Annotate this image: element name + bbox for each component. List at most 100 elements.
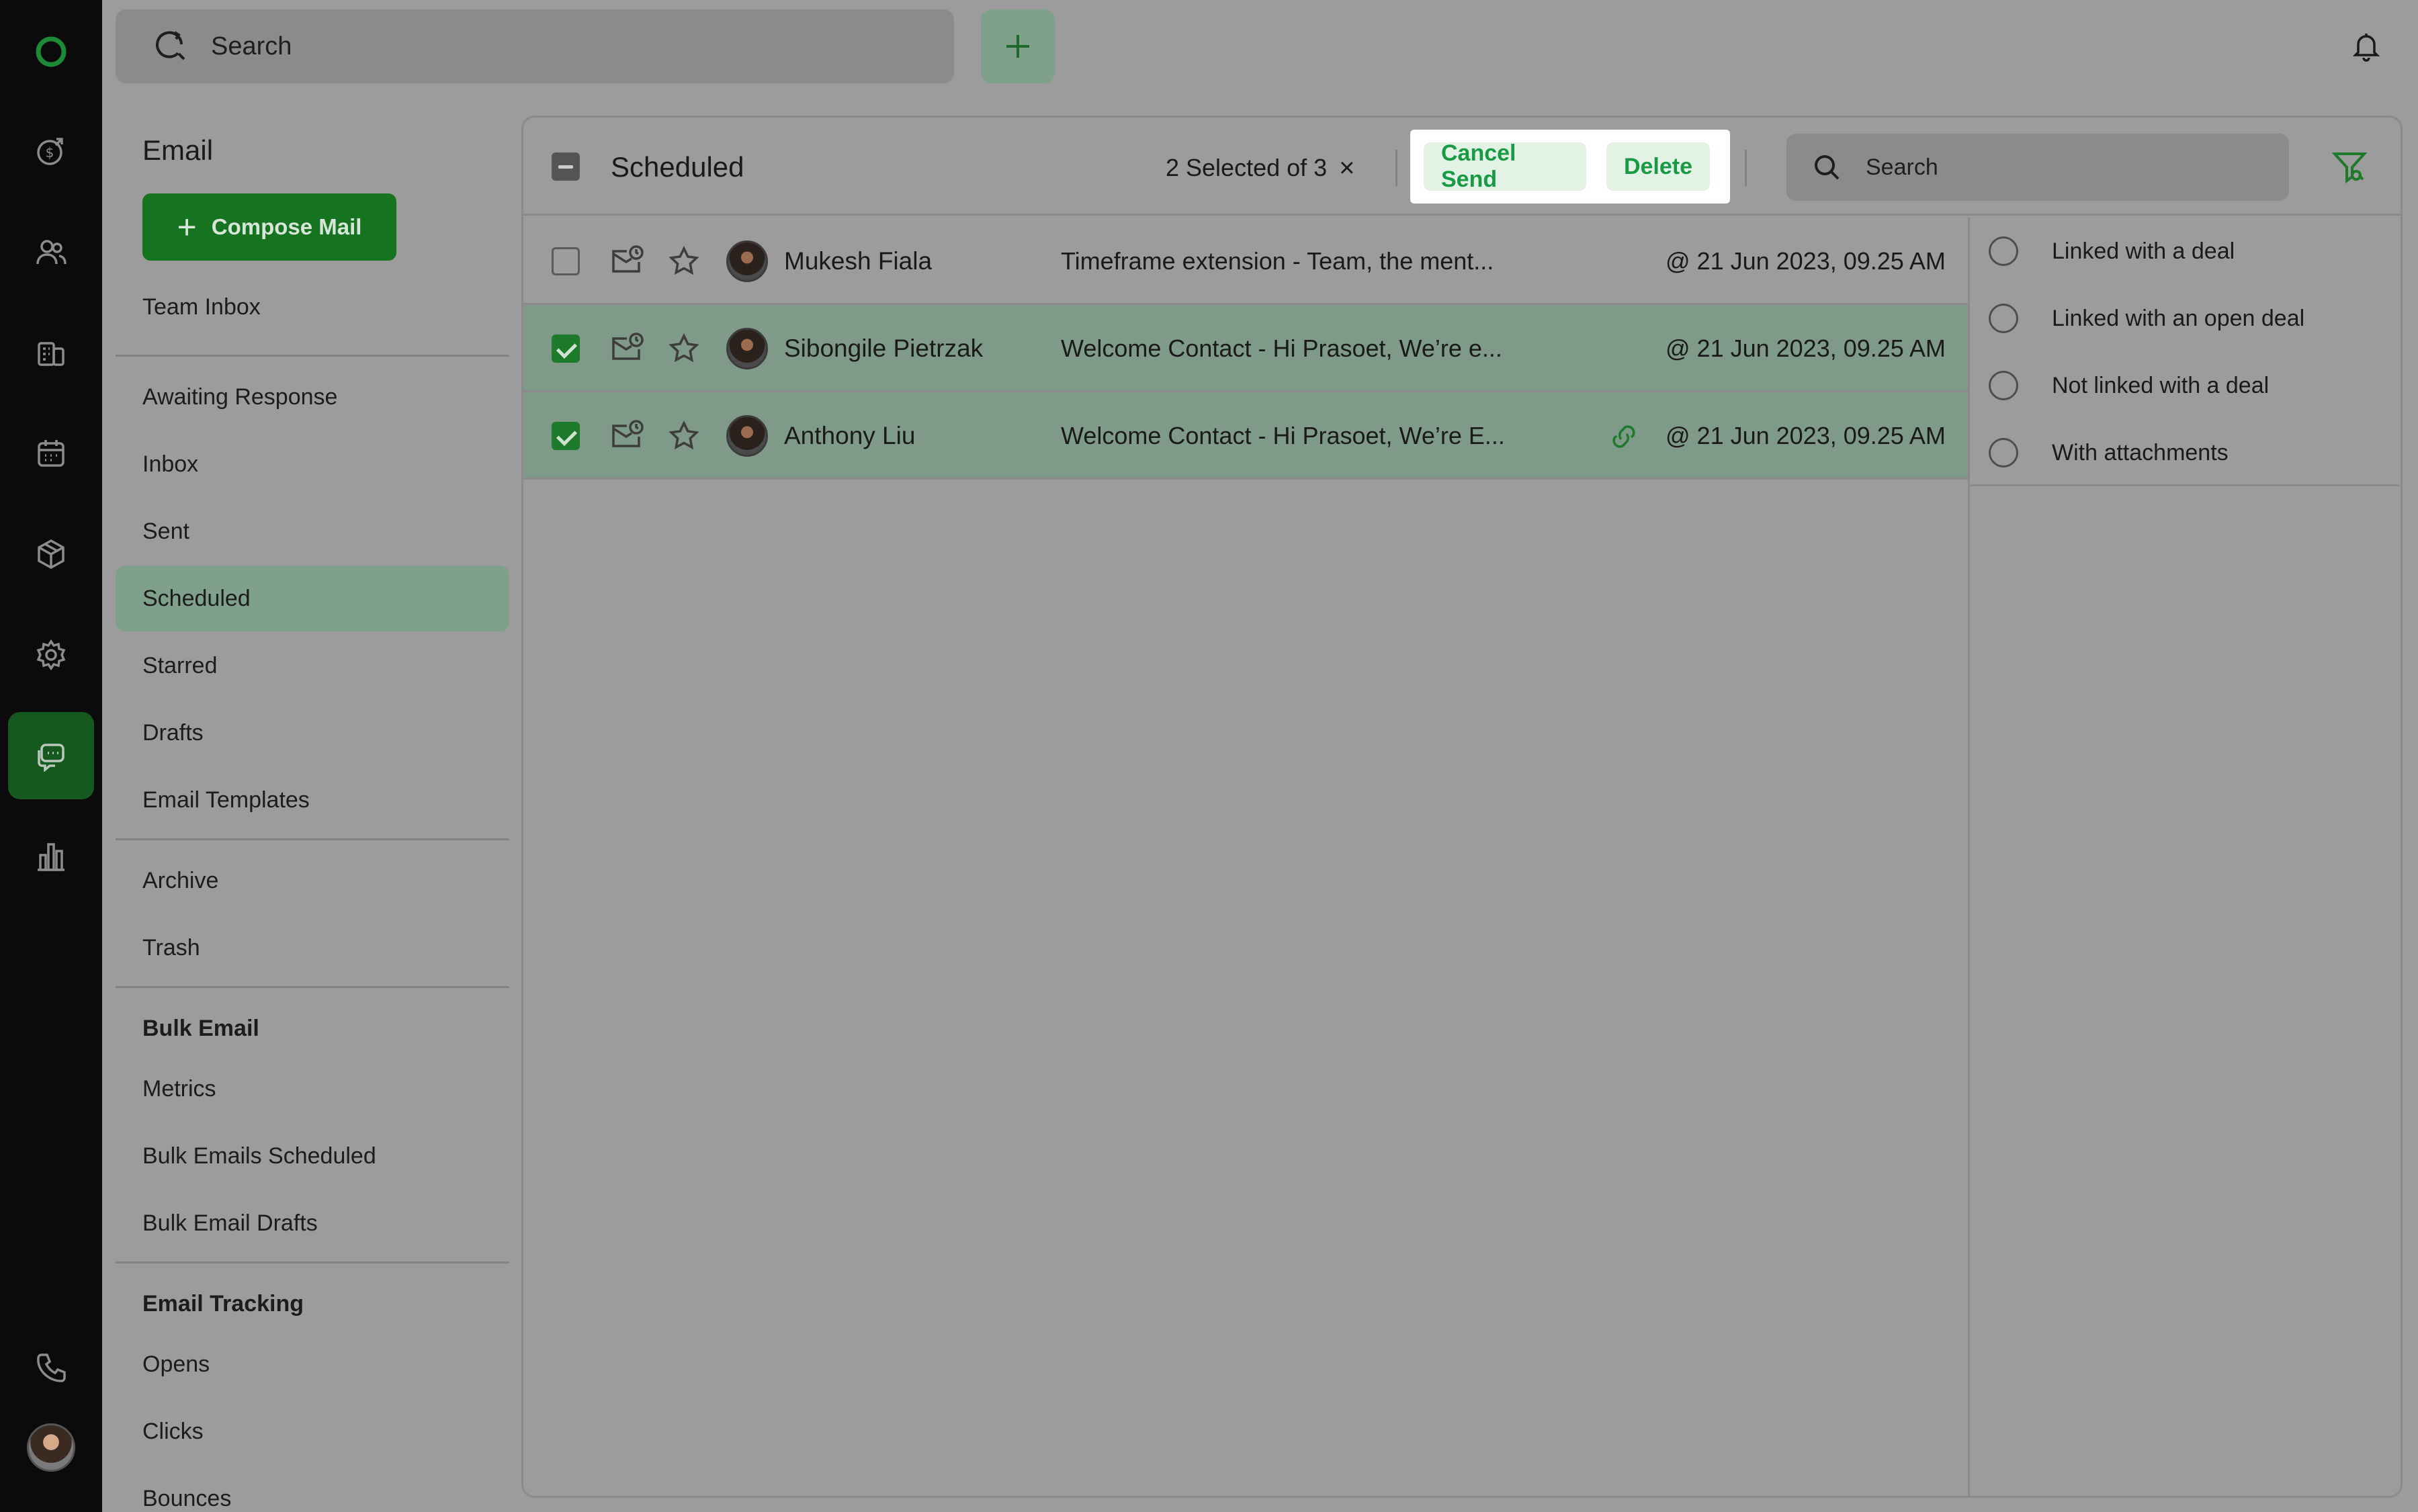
filter-option-attachments[interactable]: With attachments (1970, 419, 2400, 486)
nav-item-bounces[interactable]: Bounces (116, 1466, 509, 1512)
clear-selection-icon[interactable]: × (1339, 154, 1354, 181)
avatar (726, 415, 768, 457)
nav-item-inbox[interactable]: Inbox (116, 431, 509, 497)
filter-label: With attachments (2052, 439, 2229, 465)
compose-mail-button[interactable]: + Compose Mail (142, 193, 396, 261)
radio-button[interactable] (1989, 304, 2018, 333)
nav-item-archive[interactable]: Archive (116, 848, 509, 914)
scheduled-date: @ 21 Jun 2023, 09.25 AM (1666, 422, 1946, 449)
search-icon (1815, 155, 1840, 180)
nav-item-bulk-emails-scheduled[interactable]: Bulk Emails Scheduled (116, 1123, 509, 1189)
nav-item-scheduled[interactable]: Scheduled (116, 566, 509, 631)
email-rows: Mukesh Fiala Timeframe extension - Team,… (523, 218, 1968, 480)
cancel-send-button[interactable]: Cancel Send (1424, 140, 1586, 192)
logo-icon[interactable] (0, 8, 102, 95)
email-subject: Timeframe extension - Team, the ment... (1061, 247, 1494, 275)
sender-name: Anthony Liu (784, 422, 916, 449)
email-subject: Welcome Contact - Hi Prasoet, We’re e... (1061, 335, 1502, 362)
nav-title: Email (142, 134, 214, 166)
scheduled-date: @ 21 Jun 2023, 09.25 AM (1666, 247, 1946, 275)
nav-divider (116, 986, 509, 988)
filter-pane: Linked with a deal Linked with an open d… (1970, 218, 2400, 486)
list-search-input[interactable]: Search (1786, 134, 2289, 201)
star-icon[interactable] (668, 246, 699, 277)
radio-button[interactable] (1989, 371, 2018, 400)
nav-item-metrics[interactable]: Metrics (116, 1056, 509, 1122)
scheduled-mail-icon (612, 420, 644, 447)
nav-item-bulk-email-drafts[interactable]: Bulk Email Drafts (116, 1190, 509, 1256)
filter-option-not-linked[interactable]: Not linked with a deal (1970, 352, 2400, 419)
nav-item-starred[interactable]: Starred (116, 633, 509, 699)
quick-add-button[interactable] (981, 9, 1055, 83)
plus-icon (1006, 35, 1029, 58)
nav-item-email-templates[interactable]: Email Templates (116, 767, 509, 833)
nav-divider (116, 1261, 509, 1263)
app-rail: $ (0, 0, 102, 1512)
phone-icon[interactable] (0, 1323, 102, 1411)
nav-divider (116, 838, 509, 840)
sender-name: Sibongile Pietrzak (784, 335, 984, 362)
filter-icon[interactable] (2331, 148, 2368, 186)
filter-option-linked-deal[interactable]: Linked with a deal (1970, 218, 2400, 285)
email-row[interactable]: Sibongile Pietrzak Welcome Contact - Hi … (523, 305, 1968, 392)
scheduled-date: @ 21 Jun 2023, 09.25 AM (1666, 335, 1946, 362)
avatar (726, 328, 768, 369)
filter-option-linked-open-deal[interactable]: Linked with an open deal (1970, 285, 2400, 352)
row-checkbox[interactable] (552, 335, 580, 363)
filter-label: Not linked with a deal (2052, 372, 2270, 398)
compose-mail-label: Compose Mail (211, 214, 362, 239)
nav-item-opens[interactable]: Opens (116, 1331, 509, 1397)
settings-icon[interactable] (0, 611, 102, 699)
nav-item-trash[interactable]: Trash (116, 915, 509, 981)
list-search-placeholder: Search (1866, 154, 1938, 180)
nav-item-drafts[interactable]: Drafts (116, 700, 509, 766)
star-icon[interactable] (668, 333, 699, 364)
scheduled-mail-icon (612, 332, 644, 360)
reports-icon[interactable] (0, 813, 102, 900)
global-search-placeholder: Search (211, 32, 292, 60)
sender-name: Mukesh Fiala (784, 247, 933, 275)
user-avatar[interactable] (0, 1404, 102, 1491)
email-icon[interactable] (0, 712, 102, 799)
list-toolbar: Scheduled 2 Selected of 3 × Cancel Send … (523, 118, 2401, 216)
contacts-icon[interactable] (0, 208, 102, 296)
email-row[interactable]: Mukesh Fiala Timeframe extension - Team,… (523, 218, 1968, 305)
search-icon (156, 31, 185, 60)
select-all-checkbox[interactable] (552, 152, 580, 181)
scheduled-mail-icon (612, 245, 644, 273)
star-icon[interactable] (668, 420, 699, 451)
row-checkbox[interactable] (552, 422, 580, 450)
global-search[interactable]: Search (116, 9, 954, 83)
list-title: Scheduled (611, 151, 744, 183)
email-row[interactable]: Anthony Liu Welcome Contact - Hi Prasoet… (523, 392, 1968, 480)
email-subject: Welcome Contact - Hi Prasoet, We’re E... (1061, 422, 1505, 449)
selection-count-label: 2 Selected of 3 (1166, 154, 1328, 181)
toolbar-divider (1395, 150, 1397, 186)
filter-label: Linked with an open deal (2052, 305, 2305, 331)
nav-item-team-inbox[interactable]: Team Inbox (116, 274, 509, 340)
bulk-email-header: Bulk Email (142, 1016, 259, 1041)
notification-bell-icon[interactable] (2350, 30, 2382, 62)
email-tracking-header: Email Tracking (142, 1291, 304, 1317)
toolbar-divider (1745, 150, 1747, 186)
avatar (726, 240, 768, 282)
products-icon[interactable] (0, 510, 102, 598)
nav-item-awaiting-response[interactable]: Awaiting Response (116, 364, 509, 430)
companies-icon[interactable] (0, 309, 102, 396)
email-list-panel: Scheduled 2 Selected of 3 × Cancel Send … (521, 116, 2403, 1498)
nav-item-sent[interactable]: Sent (116, 498, 509, 564)
nav-divider (116, 355, 509, 357)
plus-icon: + (177, 208, 197, 246)
radio-button[interactable] (1989, 438, 2018, 468)
row-checkbox[interactable] (552, 247, 580, 275)
deals-icon[interactable]: $ (0, 107, 102, 195)
linked-deal-icon (1612, 425, 1635, 448)
delete-button[interactable]: Delete (1606, 142, 1710, 191)
filter-label: Linked with a deal (2052, 238, 2235, 264)
bulk-actions: Cancel Send Delete (1410, 130, 1730, 204)
svg-text:$: $ (46, 144, 54, 161)
calendar-icon[interactable] (0, 410, 102, 497)
selection-count: 2 Selected of 3 × (1166, 154, 1355, 182)
nav-item-clicks[interactable]: Clicks (116, 1398, 509, 1464)
radio-button[interactable] (1989, 236, 2018, 266)
